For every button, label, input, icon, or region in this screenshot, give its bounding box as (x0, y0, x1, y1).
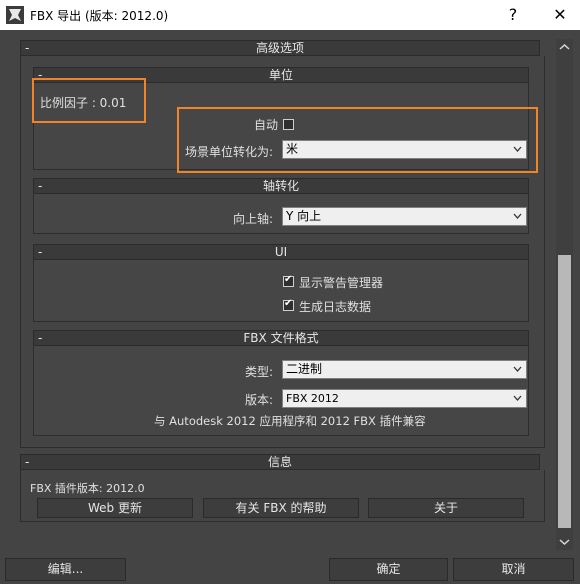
ui-header[interactable]: - UI (33, 244, 529, 260)
compatibility-note: 与 Autodesk 2012 应用程序和 2012 FBX 插件兼容 (154, 414, 426, 428)
fbx-version-select[interactable]: FBX 2012 (282, 389, 527, 408)
scene-units-highlight (177, 107, 538, 173)
ui-group (33, 260, 529, 322)
generate-log-checkbox[interactable] (283, 298, 294, 311)
web-update-button[interactable]: Web 更新 (37, 498, 193, 518)
edit-button[interactable]: 编辑... (5, 558, 126, 581)
scroll-up-icon[interactable] (558, 41, 571, 54)
show-warning-label: 显示警告管理器 (299, 276, 384, 290)
up-axis-select[interactable]: Y 向上 (282, 207, 527, 226)
file-type-label: 类型: (245, 365, 274, 379)
fbx-format-title: FBX 文件格式 (243, 331, 319, 345)
window-title: FBX 导出 (版本: 2012.0) (30, 9, 169, 23)
advanced-options-header[interactable]: - 高级选项 (20, 40, 540, 56)
help-button[interactable]: ? (498, 3, 528, 27)
title-bar: FBX 导出 (版本: 2012.0) ? ✕ (0, 0, 580, 30)
axis-conversion-header[interactable]: - 轴转化 (33, 178, 529, 194)
generate-log-label: 生成日志数据 (299, 300, 372, 314)
info-title: 信息 (267, 455, 292, 469)
chevron-down-icon (513, 366, 522, 372)
scrollbar-thumb[interactable] (558, 255, 571, 528)
file-type-select[interactable]: 二进制 (282, 360, 527, 379)
scale-factor-highlight (32, 78, 146, 123)
cancel-button[interactable]: 取消 (453, 558, 574, 581)
plugin-version-text: FBX 插件版本: 2012.0 (30, 482, 145, 495)
advanced-options-title: 高级选项 (255, 41, 304, 55)
scroll-down-icon[interactable] (558, 535, 571, 548)
chevron-down-icon (513, 213, 522, 219)
about-button[interactable]: 关于 (368, 498, 524, 518)
chevron-down-icon (513, 395, 522, 401)
info-header[interactable]: - 信息 (20, 454, 540, 470)
close-button[interactable]: ✕ (545, 3, 575, 27)
up-axis-label: 向上轴: (233, 212, 274, 226)
fbx-help-button[interactable]: 有关 FBX 的帮助 (203, 498, 359, 518)
3dsmax-logo-icon (6, 6, 24, 24)
ok-button[interactable]: 确定 (329, 558, 448, 581)
ui-title: UI (274, 245, 288, 259)
show-warning-checkbox[interactable] (283, 274, 294, 287)
fbx-version-label: 版本: (245, 393, 274, 407)
fbx-format-header[interactable]: - FBX 文件格式 (33, 330, 529, 346)
axis-conversion-title: 轴转化 (262, 179, 299, 193)
